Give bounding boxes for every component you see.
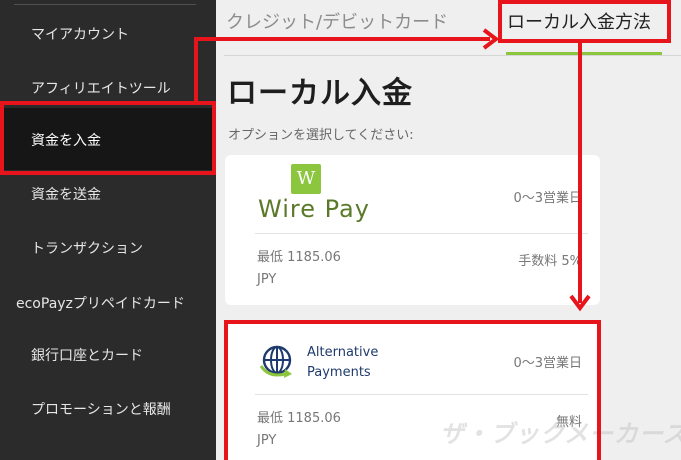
sidebar-item-label: 資金を送金 [31,187,101,203]
annotation-line-vertical [194,37,198,103]
tab-credit-debit[interactable]: クレジット/デビットカード [226,8,448,34]
annotation-line-horizontal [194,37,490,41]
page-title: ローカル入金 [227,76,413,111]
tab-divider [224,55,681,56]
annotation-arrow-down-icon [569,294,591,312]
processing-time: 0～3営業日 [513,191,582,206]
payment-option-wirepay[interactable]: W Wire Pay 0～3営業日 最低 1185.06 JPY 手数料 5% [225,155,600,305]
sidebar-item-label: トランザクション [31,241,143,257]
annotation-arrow-right-icon [482,28,500,50]
page-subtitle: オプションを選択してください: [228,128,414,143]
sidebar-item-label: プロモーションと報酬 [31,402,171,418]
annotation-line-down [578,43,582,303]
sidebar-item-label: アフィリエイトツール [31,81,171,97]
card-divider [255,233,588,234]
fee: 手数料 5% [518,254,582,269]
sidebar-item-label: マイアカウント [31,27,129,43]
sidebar-item-label: ecoPayzプリペイドカード [16,296,185,312]
annotation-box-deposit [0,101,216,175]
minimum-amount: 最低 1185.06 JPY [257,247,341,291]
sidebar-item-label: 銀行口座とカード [31,348,143,364]
minimum-amount-currency: JPY [257,272,277,287]
wirepay-logo-mark: W [291,164,321,194]
wirepay-logo-text: Wire Pay [258,195,370,223]
sidebar-divider [14,4,196,5]
minimum-amount-value: 最低 1185.06 [257,250,341,265]
annotation-box-local-tab [498,0,671,43]
sidebar: マイアカウント アフィリエイトツール 資金を入金 資金を送金 トランザクション … [0,0,216,460]
annotation-box-alternative [224,320,601,460]
